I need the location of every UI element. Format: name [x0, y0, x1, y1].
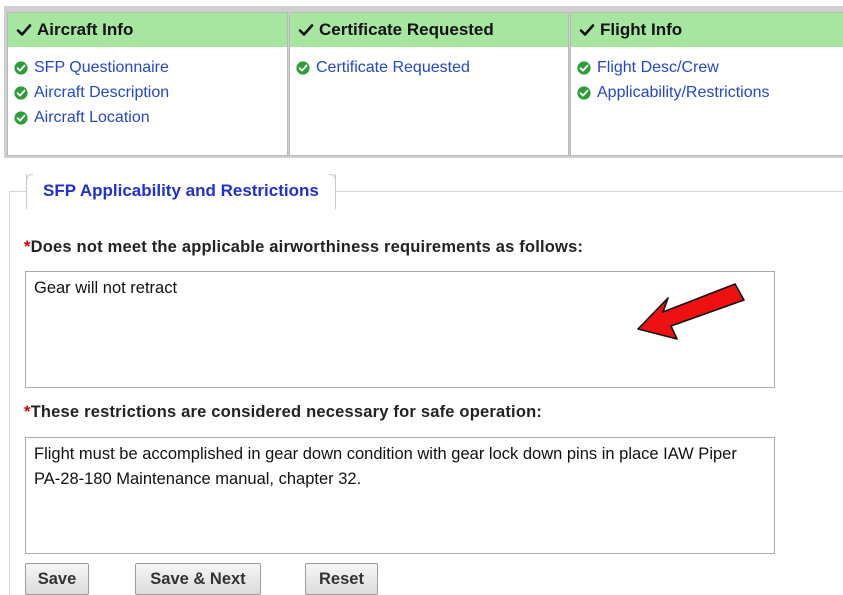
link-applicability-restrictions[interactable]: Applicability/Restrictions: [577, 80, 843, 105]
step-aircraft-info: Aircraft Info SFP Questionnaire Aircraft…: [7, 12, 288, 156]
save-button[interactable]: Save: [25, 563, 89, 595]
step-navigation: Aircraft Info SFP Questionnaire Aircraft…: [4, 6, 843, 158]
check-circle-icon: [14, 110, 28, 125]
step-flight-info: Flight Info Flight Desc/Crew Applicabili…: [570, 12, 843, 156]
restrictions-field-label: *These restrictions are considered neces…: [24, 403, 542, 422]
link-label[interactable]: Applicability/Restrictions: [597, 84, 770, 102]
red-arrow-icon: [637, 283, 745, 340]
label-text: These restrictions are considered necess…: [30, 403, 543, 421]
link-label[interactable]: Flight Desc/Crew: [597, 59, 719, 77]
check-icon: [579, 24, 595, 36]
link-certificate-requested[interactable]: Certificate Requested: [296, 55, 568, 80]
step-links: SFP Questionnaire Aircraft Description A…: [8, 47, 287, 130]
check-circle-icon: [14, 85, 28, 100]
link-label[interactable]: Aircraft Location: [34, 109, 150, 127]
step-header-certificate-requested: Certificate Requested: [290, 13, 568, 47]
airworthiness-field-label: *Does not meet the applicable airworthin…: [24, 238, 583, 257]
step-title: Flight Info: [600, 20, 683, 39]
step-certificate-requested: Certificate Requested Certificate Reques…: [289, 12, 569, 156]
restrictions-textarea[interactable]: Flight must be accomplished in gear down…: [25, 437, 775, 554]
step-links: Certificate Requested: [290, 47, 568, 80]
step-links: Flight Desc/Crew Applicability/Restricti…: [571, 47, 843, 105]
step-header-aircraft-info: Aircraft Info: [8, 13, 287, 47]
link-label[interactable]: SFP Questionnaire: [34, 59, 169, 77]
link-label[interactable]: Certificate Requested: [316, 59, 470, 77]
check-circle-icon: [577, 85, 591, 100]
step-header-flight-info: Flight Info: [571, 13, 843, 47]
reset-button[interactable]: Reset: [305, 563, 378, 595]
check-icon: [16, 24, 32, 36]
check-icon: [298, 24, 314, 36]
check-circle-icon: [14, 60, 28, 75]
link-aircraft-description[interactable]: Aircraft Description: [14, 80, 287, 105]
step-title: Aircraft Info: [37, 20, 134, 39]
required-marker: *: [24, 238, 31, 256]
link-flight-desc-crew[interactable]: Flight Desc/Crew: [577, 55, 843, 80]
check-circle-icon: [577, 60, 591, 75]
required-marker: *: [24, 403, 31, 421]
step-title: Certificate Requested: [319, 20, 494, 39]
label-text: Does not meet the applicable airworthine…: [30, 238, 584, 256]
link-aircraft-location[interactable]: Aircraft Location: [14, 105, 287, 130]
save-and-next-button[interactable]: Save & Next: [135, 563, 261, 595]
check-circle-icon: [296, 60, 310, 75]
link-sfp-questionnaire[interactable]: SFP Questionnaire: [14, 55, 287, 80]
link-label[interactable]: Aircraft Description: [34, 84, 169, 102]
sfp-form-page: Aircraft Info SFP Questionnaire Aircraft…: [0, 0, 843, 595]
section-legend-tab[interactable]: SFP Applicability and Restrictions: [26, 174, 336, 209]
